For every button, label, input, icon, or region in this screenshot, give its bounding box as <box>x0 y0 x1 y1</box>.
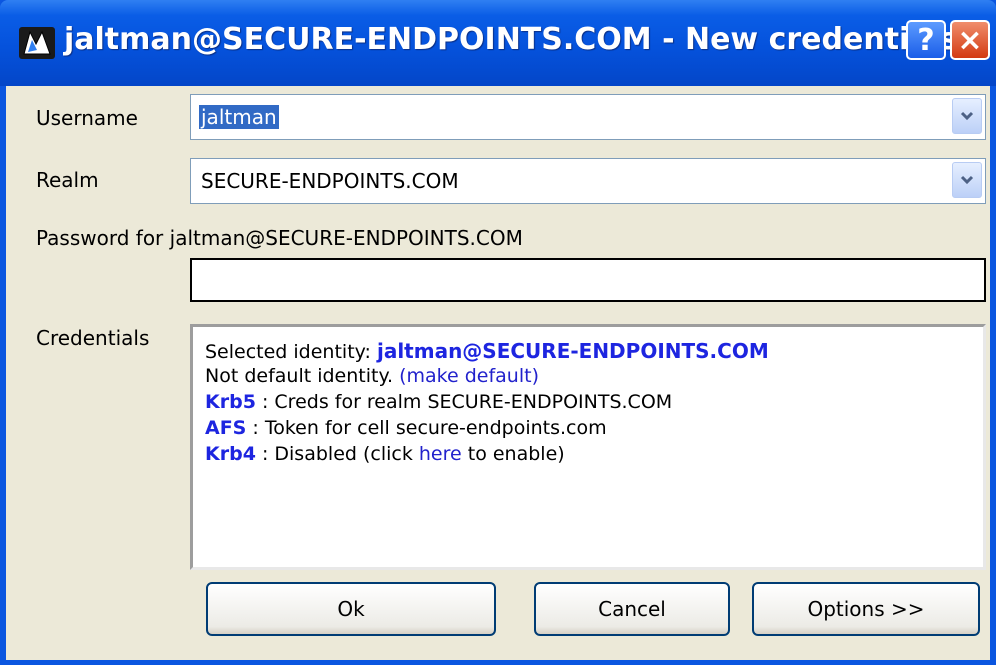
afs-name: AFS <box>205 417 247 439</box>
krb4-status-before: : Disabled (click <box>255 443 419 465</box>
chevron-down-icon <box>960 175 974 185</box>
realm-combo[interactable]: SECURE-ENDPOINTS.COM <box>190 158 986 204</box>
krb5-name: Krb5 <box>205 391 256 413</box>
selected-identity-value: jaltman@SECURE-ENDPOINTS.COM <box>376 339 769 363</box>
afs-status: : Token for cell secure-endpoints.com <box>246 417 607 439</box>
close-button[interactable]: × <box>950 20 990 60</box>
username-dropdown-button[interactable] <box>952 98 982 134</box>
window-title: jaltman@SECURE-ENDPOINTS.COM - New crede… <box>64 22 958 57</box>
chevron-down-icon <box>960 111 974 121</box>
krb5-line: Krb5 : Creds for realm SECURE-ENDPOINTS.… <box>205 391 672 413</box>
krb5-status: : Creds for realm SECURE-ENDPOINTS.COM <box>255 391 673 413</box>
default-identity-text: Not default identity. <box>205 365 400 387</box>
realm-label: Realm <box>36 168 99 192</box>
title-bar[interactable]: jaltman@SECURE-ENDPOINTS.COM - New crede… <box>0 0 996 86</box>
options-button[interactable]: Options >> <box>752 582 980 636</box>
username-value[interactable]: jaltman <box>199 105 279 129</box>
password-field[interactable] <box>190 258 986 302</box>
credentials-label: Credentials <box>36 326 150 350</box>
username-combo[interactable]: jaltman <box>190 94 986 140</box>
realm-value[interactable]: SECURE-ENDPOINTS.COM <box>201 169 459 193</box>
krb4-name: Krb4 <box>205 443 256 465</box>
selected-identity-prefix: Selected identity: <box>205 341 377 363</box>
password-label: Password for jaltman@SECURE-ENDPOINTS.CO… <box>36 226 523 250</box>
username-label: Username <box>36 106 138 130</box>
krb4-status-after: to enable) <box>461 443 565 465</box>
default-identity-line: Not default identity. (make default) <box>205 365 539 387</box>
cancel-button[interactable]: Cancel <box>534 582 730 636</box>
afs-line: AFS : Token for cell secure-endpoints.co… <box>205 417 607 439</box>
dialog-body: Username jaltman Realm SECURE-ENDPOINTS.… <box>6 86 990 660</box>
krb4-line: Krb4 : Disabled (click here to enable) <box>205 443 565 465</box>
realm-dropdown-button[interactable] <box>952 162 982 198</box>
make-default-link[interactable]: (make default) <box>399 365 539 387</box>
krb4-enable-link[interactable]: here <box>419 443 462 465</box>
help-button[interactable]: ? <box>906 20 946 60</box>
new-credentials-dialog: jaltman@SECURE-ENDPOINTS.COM - New crede… <box>0 0 996 665</box>
ok-button[interactable]: Ok <box>206 582 496 636</box>
app-icon <box>19 27 55 59</box>
selected-identity-line: Selected identity: jaltman@SECURE-ENDPOI… <box>205 339 769 363</box>
credentials-panel: Selected identity: jaltman@SECURE-ENDPOI… <box>190 324 986 570</box>
